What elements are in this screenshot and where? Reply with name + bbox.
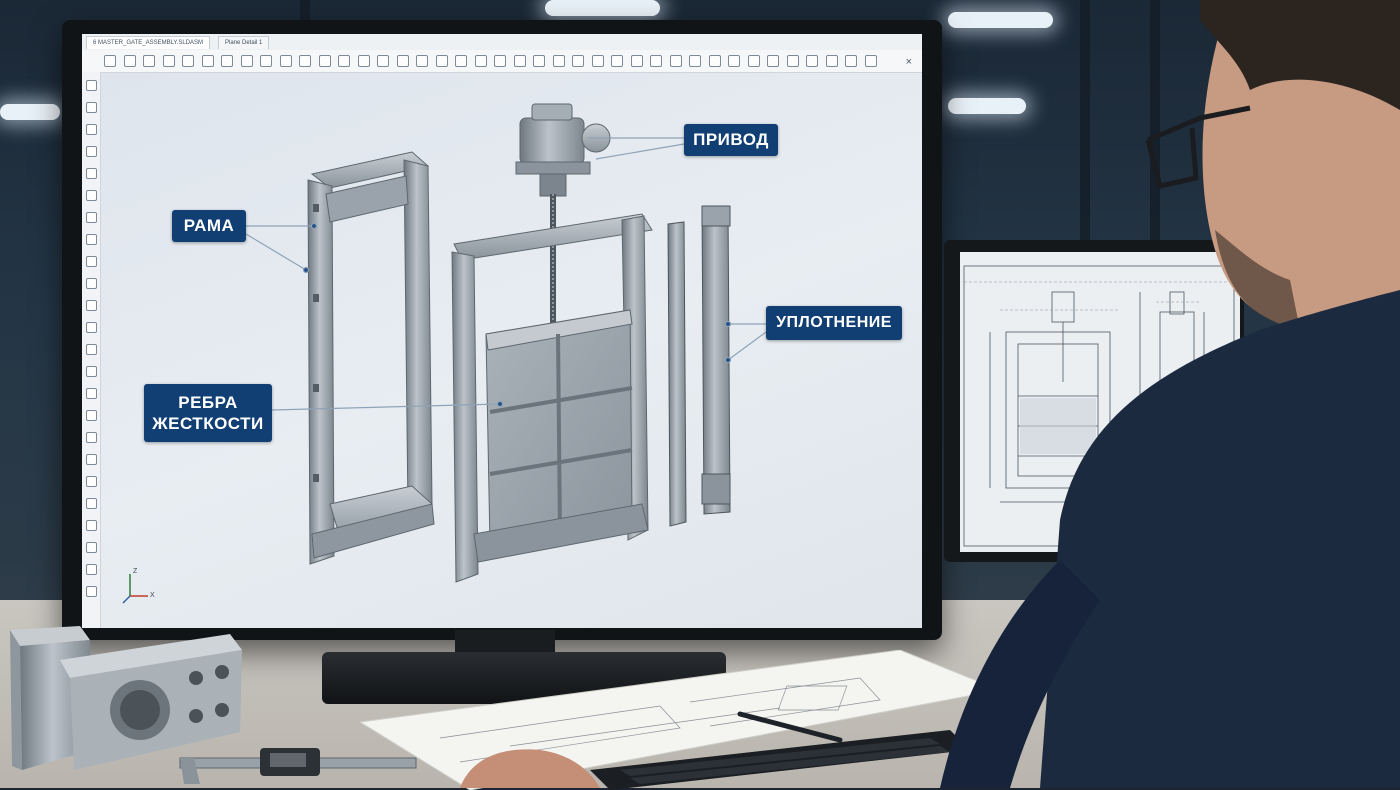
callout-stiffeners-line1: РЕБРА: [178, 393, 238, 412]
ceiling-light: [948, 98, 1026, 114]
axis-x-label: X: [150, 592, 155, 599]
seal-parts[interactable]: [667, 205, 731, 527]
callout-frame: РАМА: [172, 210, 246, 242]
technical-drawing: [963, 265, 1235, 547]
callout-actuator: ПРИВОД: [684, 124, 778, 156]
ceiling-light: [948, 12, 1053, 28]
secondary-monitor: [944, 240, 1244, 562]
drawing-window: [960, 252, 1240, 552]
callout-stiffeners-line2: ЖЕСТКОСТИ: [152, 414, 264, 433]
axis-z-label: Z: [133, 568, 138, 575]
callout-seal: УПЛОТНЕНИЕ: [766, 306, 902, 340]
ceiling-light: [0, 104, 60, 120]
cad-application-window: 6 MASTER_GATE_ASSEMBLY.SLDASM Plane Deta…: [82, 34, 922, 628]
callout-stiffeners: РЕБРА ЖЕСТКОСТИ: [144, 384, 272, 442]
main-monitor: 6 MASTER_GATE_ASSEMBLY.SLDASM Plane Deta…: [62, 20, 942, 640]
axis-triad-icon: Z X: [120, 566, 160, 606]
frame-part[interactable]: [307, 151, 435, 565]
caliper-tool: [179, 748, 417, 784]
ceiling-light: [545, 0, 660, 16]
keyboard: [590, 730, 970, 790]
